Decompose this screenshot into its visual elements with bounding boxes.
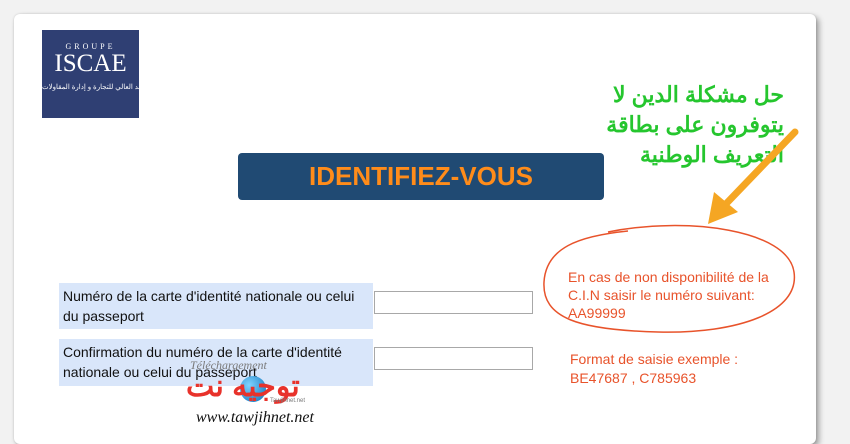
page-title: IDENTIFIEZ-VOUS xyxy=(238,153,604,200)
logo-name: ISCAE xyxy=(54,50,127,77)
iscae-logo: GROUPE ISCAE المعهد العالي للتجارة و إدا… xyxy=(42,30,139,118)
format-example-line2: BE47687 , C785963 xyxy=(570,370,697,386)
id-number-input[interactable] xyxy=(374,291,533,314)
format-example-line1: Format de saisie exemple : xyxy=(570,351,739,367)
id-number-label: Numéro de la carte d'identité nationale … xyxy=(59,283,373,329)
watermark-url: www.tawjihnet.net xyxy=(196,409,314,426)
arrow-annotation-icon xyxy=(708,128,799,224)
logo-subtitle: المعهد العالي للتجارة و إدارة المقاولات xyxy=(42,84,139,91)
cin-note: En cas de non disponibilité de la C.I.N … xyxy=(568,269,769,321)
id-confirmation-input[interactable] xyxy=(374,347,533,370)
format-example: Format de saisie exemple : BE47687 , C78… xyxy=(570,350,738,388)
watermark-small: Tawjihnet.net xyxy=(270,398,306,404)
